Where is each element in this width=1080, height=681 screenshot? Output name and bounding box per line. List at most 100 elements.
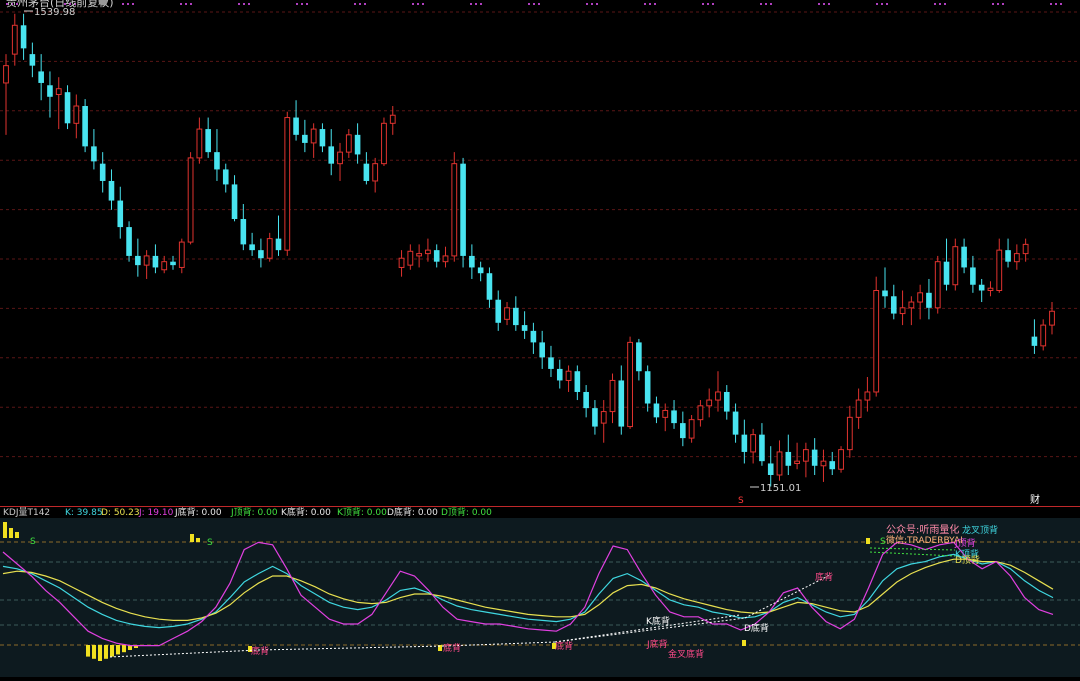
candle-body-up: [846, 416, 853, 451]
chart-canvas[interactable]: 贵州茅台(日线前复权) 1539.98 1151.01 S 财 KDJ量T142…: [0, 0, 1080, 677]
top-marker-dot: [818, 3, 820, 5]
high-price-label: 1539.98: [34, 7, 75, 18]
candle-body-up: [143, 255, 150, 266]
candlestick[interactable]: [381, 117, 387, 166]
indicator-annotation: J底背: [646, 638, 668, 650]
top-marker-dot: [770, 3, 772, 5]
legend-item: KDJ量T142: [3, 507, 50, 518]
candle-body-down: [556, 368, 563, 381]
candle-body-down: [592, 408, 598, 427]
signal-cai-marker: 财: [1030, 493, 1040, 506]
top-marker-dot: [939, 3, 941, 5]
indicator-annotation: 微信:TRADERBYAI: [886, 534, 963, 546]
candlestick[interactable]: [126, 221, 132, 262]
indicator-annotation: S: [30, 537, 36, 547]
candle-body-down: [64, 92, 71, 124]
indicator-annotation: 底背: [815, 571, 833, 583]
candle-body-up: [187, 157, 194, 243]
candle-body-down: [460, 163, 466, 256]
top-marker-dot: [306, 3, 308, 5]
legend-item: K底背: 0.00: [281, 506, 331, 518]
candle-body-down: [258, 250, 264, 259]
top-marker-dot: [480, 3, 482, 5]
indicator-annotation: 金叉底背: [668, 648, 704, 660]
candlestick[interactable]: [460, 157, 466, 268]
candle-body-down: [741, 434, 748, 452]
stock-chart[interactable]: 贵州茅台(日线前复权) 1539.98 1151.01 S 财 KDJ量T142…: [0, 0, 1080, 677]
candle-body-down: [618, 380, 625, 427]
candle-body-down: [548, 357, 554, 369]
candle-body-down: [785, 451, 792, 466]
top-marker-dot: [296, 3, 298, 5]
candle-body-up: [398, 257, 405, 268]
candlestick[interactable]: [82, 99, 88, 153]
indicator-annotation: 底背: [443, 642, 461, 654]
candle-body-down: [354, 134, 361, 155]
top-marker-dot: [886, 3, 888, 5]
candle-body-up: [55, 88, 62, 95]
candle-body-down: [20, 25, 27, 49]
candle-body-up: [1013, 253, 1020, 263]
top-marker-dot: [422, 3, 424, 5]
bottom-signal-bar: [86, 645, 90, 657]
top-marker-dot: [533, 3, 535, 5]
top-marker-dot: [760, 3, 762, 5]
bottom-signal-bar: [110, 645, 114, 657]
signal-bar: [742, 640, 746, 646]
candlestick[interactable]: [451, 152, 458, 262]
candle-body-down: [811, 449, 818, 466]
candle-body-up: [873, 290, 880, 393]
top-marker-dot: [122, 3, 124, 5]
candle-body-down: [890, 296, 897, 314]
candle-body-up: [389, 114, 396, 124]
candle-body-down: [767, 463, 774, 475]
candle-body-up: [451, 163, 458, 257]
candle-body-up: [688, 419, 695, 439]
top-marker-dot: [417, 3, 419, 5]
candlestick[interactable]: [284, 111, 291, 256]
indicator-annotation: K底背: [646, 615, 670, 627]
candlestick[interactable]: [934, 255, 941, 314]
candle-body-down: [1031, 336, 1038, 346]
candlestick[interactable]: [688, 415, 695, 443]
candle-body-up: [776, 451, 783, 476]
top-marker-dot: [586, 3, 588, 5]
top-marker-dot: [1060, 3, 1062, 5]
candle-body-down: [978, 284, 985, 291]
candle-body-down: [671, 410, 677, 424]
top-signal-bar: [9, 528, 13, 538]
candle-body-down: [486, 273, 493, 300]
top-marker-dot: [591, 3, 593, 5]
candle-body-down: [477, 267, 484, 274]
top-marker-dot: [944, 3, 946, 5]
candle-body-down: [135, 255, 141, 266]
candle-body-down: [970, 267, 976, 285]
candlestick[interactable]: [627, 336, 633, 429]
candle-body-down: [943, 261, 950, 285]
candle-body-down: [513, 307, 519, 326]
top-marker-dot: [538, 3, 540, 5]
candle-body-down: [469, 255, 475, 268]
candle-body-down: [882, 290, 888, 297]
top-signal-bar: [3, 522, 7, 538]
indicator-annotation: S: [880, 537, 886, 547]
candle-body-up: [337, 151, 343, 165]
candle-body-down: [108, 180, 115, 201]
top-marker-dot: [1050, 3, 1052, 5]
candle-body-down: [539, 342, 545, 358]
low-price-label: 1151.01: [760, 483, 801, 494]
indicator-annotation: 公众号:听雨量化: [886, 523, 959, 536]
candle-body-up: [1022, 243, 1029, 255]
candlestick[interactable]: [187, 152, 194, 245]
candle-body-down: [126, 227, 132, 256]
signal-bar: [866, 538, 870, 544]
candlestick[interactable]: [873, 276, 880, 397]
indicator-annotation: 龙叉顶背: [962, 524, 998, 536]
candlestick[interactable]: [838, 446, 844, 473]
indicator-annotation: D底背: [744, 622, 769, 634]
candlestick[interactable]: [952, 238, 959, 291]
candle-body-up: [266, 238, 273, 259]
candle-body-down: [653, 403, 660, 418]
candle-body-down: [222, 169, 229, 185]
indicator-annotation: D顶背: [955, 554, 980, 566]
